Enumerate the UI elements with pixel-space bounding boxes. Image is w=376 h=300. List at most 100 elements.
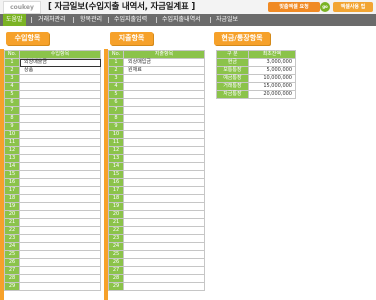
income-item-cell[interactable] (19, 282, 101, 291)
expense-item-cell[interactable] (123, 242, 205, 251)
cash-row: 현금 3,000,000 (216, 58, 297, 67)
income-row-number: 28 (4, 274, 20, 283)
income-item-cell[interactable] (19, 170, 101, 179)
expense-row-number: 28 (108, 274, 124, 283)
expense-item-cell[interactable] (123, 98, 205, 107)
income-item-cell[interactable] (19, 154, 101, 163)
expense-row-number: 3 (108, 74, 124, 83)
expense-item-cell[interactable] (123, 186, 205, 195)
expense-item-cell[interactable] (123, 282, 205, 291)
income-row: 25 (4, 250, 101, 259)
expense-row: 24 (108, 242, 205, 251)
income-item-cell[interactable] (19, 82, 101, 91)
income-item-cell[interactable] (19, 226, 101, 235)
menu-client-management[interactable]: 거래처관리 (38, 14, 66, 26)
expense-item-cell[interactable] (123, 122, 205, 131)
cash-balance-cell[interactable]: 15,000,000 (247, 82, 297, 91)
income-item-cell[interactable] (19, 186, 101, 195)
expense-row-number: 7 (108, 106, 124, 115)
expense-item-cell[interactable] (123, 258, 205, 267)
expense-item-cell[interactable] (123, 250, 205, 259)
menu-income-expense-input[interactable]: 수입지출입력 (114, 14, 147, 26)
expense-item-cell[interactable] (123, 106, 205, 115)
income-item-cell[interactable]: 외상매출금 (19, 58, 101, 67)
expense-item-cell[interactable] (123, 170, 205, 179)
expense-table: No. 지출항목 1 외상매입금 2 원재료 3 4 5 6 7 8 9 10 11 12 13 14 15 16… (108, 50, 205, 291)
expense-row: 28 (108, 274, 205, 283)
expense-item-cell[interactable] (123, 154, 205, 163)
income-item-cell[interactable] (19, 90, 101, 99)
income-item-cell[interactable] (19, 178, 101, 187)
menu-help[interactable]: 도움말 (3, 14, 26, 26)
cash-balance-cell[interactable]: 20,000,000 (247, 90, 297, 99)
income-item-cell[interactable] (19, 146, 101, 155)
menu-income-expense-report[interactable]: 수입지출내역서 (162, 14, 201, 26)
expense-item-cell[interactable] (123, 178, 205, 187)
cash-row: 자금통장 20,000,000 (216, 90, 297, 99)
income-item-cell[interactable] (19, 242, 101, 251)
expense-item-cell[interactable] (123, 146, 205, 155)
income-item-cell[interactable] (19, 218, 101, 227)
expense-item-cell[interactable] (123, 266, 205, 275)
expense-row-number: 12 (108, 146, 124, 155)
income-row: 9 (4, 122, 101, 131)
income-item-cell[interactable] (19, 98, 101, 107)
custom-request-button[interactable]: 맞춤엑셀 요청 (268, 2, 320, 12)
expense-item-cell[interactable] (123, 194, 205, 203)
expense-item-cell[interactable]: 원재료 (123, 66, 205, 75)
income-row: 18 (4, 194, 101, 203)
menu-daily-fund-report[interactable]: 자금일보 (216, 14, 238, 26)
expense-item-cell[interactable] (123, 202, 205, 211)
top-bar: coukey [ 자금일보(수입지출 내역서, 자금일계표 ] 맞춤엑셀 요청 … (0, 0, 376, 14)
expense-item-cell[interactable] (123, 210, 205, 219)
expense-item-cell[interactable] (123, 114, 205, 123)
income-item-cell[interactable] (19, 138, 101, 147)
expense-item-cell[interactable] (123, 138, 205, 147)
cash-row: 거래통장 15,000,000 (216, 82, 297, 91)
expense-item-cell[interactable] (123, 162, 205, 171)
income-item-cell[interactable] (19, 130, 101, 139)
cash-col-type: 구 분 (216, 50, 249, 59)
expense-item-cell[interactable] (123, 226, 205, 235)
cash-balance-cell[interactable]: 10,000,000 (247, 74, 297, 83)
income-item-cell[interactable] (19, 210, 101, 219)
expense-item-cell[interactable] (123, 218, 205, 227)
tips-button[interactable]: 엑셀사용 팁 (333, 2, 373, 12)
expense-row: 20 (108, 210, 205, 219)
income-item-cell[interactable] (19, 114, 101, 123)
expense-item-cell[interactable] (123, 74, 205, 83)
income-item-cell[interactable] (19, 106, 101, 115)
go-badge[interactable]: go (320, 2, 330, 12)
expense-item-cell[interactable] (123, 234, 205, 243)
income-item-cell[interactable] (19, 74, 101, 83)
income-item-cell[interactable]: 상품 (19, 66, 101, 75)
income-item-cell[interactable] (19, 274, 101, 283)
expense-row-number: 18 (108, 194, 124, 203)
menu-item-management[interactable]: 항목관리 (80, 14, 102, 26)
menu-divider (31, 17, 32, 23)
expense-row: 14 (108, 162, 205, 171)
expense-row: 26 (108, 258, 205, 267)
expense-row: 18 (108, 194, 205, 203)
expense-item-cell[interactable] (123, 130, 205, 139)
income-item-cell[interactable] (19, 266, 101, 275)
expense-item-cell[interactable] (123, 90, 205, 99)
income-row-number: 16 (4, 178, 20, 187)
expense-item-cell[interactable] (123, 274, 205, 283)
cash-type-label: 예금통장 (216, 74, 249, 83)
income-item-cell[interactable] (19, 202, 101, 211)
income-item-cell[interactable] (19, 122, 101, 131)
cash-balance-cell[interactable]: 5,000,000 (247, 66, 297, 75)
income-item-cell[interactable] (19, 162, 101, 171)
income-item-cell[interactable] (19, 194, 101, 203)
income-item-cell[interactable] (19, 250, 101, 259)
income-row: 29 (4, 282, 101, 291)
expense-row-number: 19 (108, 202, 124, 211)
expense-row-number: 24 (108, 242, 124, 251)
income-item-cell[interactable] (19, 258, 101, 267)
expense-row-number: 23 (108, 234, 124, 243)
expense-item-cell[interactable] (123, 82, 205, 91)
expense-item-cell[interactable]: 외상매입금 (123, 58, 205, 67)
cash-balance-cell[interactable]: 3,000,000 (247, 58, 297, 67)
income-item-cell[interactable] (19, 234, 101, 243)
